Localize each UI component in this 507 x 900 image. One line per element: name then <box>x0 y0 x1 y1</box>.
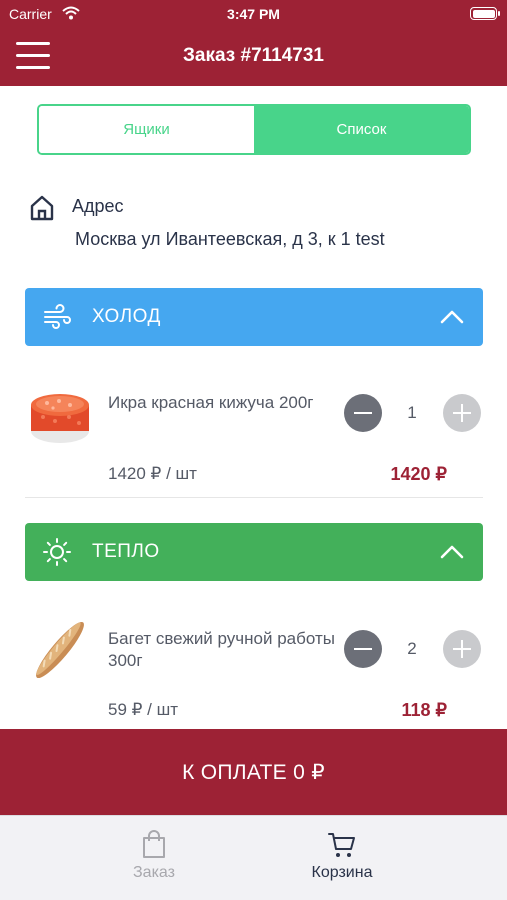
checkout-button[interactable]: К ОПЛАТЕ 0 ₽ <box>0 729 507 815</box>
address-label: Адрес <box>72 196 124 216</box>
product-name: Багет свежий ручной работы 300г <box>108 629 335 670</box>
section-title: ТЕПЛО <box>92 541 160 562</box>
increase-quantity-button[interactable] <box>443 630 481 668</box>
product-image <box>31 394 89 443</box>
product-name: Икра красная кижуча 200г <box>108 393 314 412</box>
bag-icon <box>143 830 165 858</box>
decrease-quantity-button[interactable] <box>344 630 382 668</box>
section-header-warm[interactable]: ТЕПЛО <box>25 523 483 581</box>
segment-boxes[interactable]: Ящики <box>39 106 254 153</box>
tab-cart[interactable]: Корзина <box>267 830 417 882</box>
section-title: ХОЛОД <box>92 306 161 327</box>
tab-order[interactable]: Заказ <box>79 830 229 882</box>
section-header-cold[interactable]: ХОЛОД <box>25 288 483 346</box>
status-time: 3:47 PM <box>227 6 280 22</box>
quantity-value: 2 <box>407 639 417 658</box>
home-icon <box>30 195 54 221</box>
tab-label: Заказ <box>133 864 175 881</box>
chevron-up-icon <box>440 310 464 324</box>
item-total: 118 ₽ <box>401 700 448 720</box>
decrease-quantity-button[interactable] <box>344 394 382 432</box>
quantity-value: 1 <box>407 403 417 422</box>
status-bar: Carrier 3:47 PM <box>0 0 507 28</box>
view-segmented-control: Ящики Список <box>37 104 471 155</box>
product-image <box>36 621 84 679</box>
tab-label: Корзина <box>311 864 373 881</box>
item-total: 1420 ₽ <box>390 464 448 484</box>
unit-price: 59 ₽ / шт <box>108 700 179 719</box>
segment-list[interactable]: Список <box>254 106 469 153</box>
unit-price: 1420 ₽ / шт <box>108 464 197 483</box>
wind-icon <box>44 304 71 329</box>
cart-icon <box>328 833 355 857</box>
sun-icon <box>43 538 71 566</box>
battery-icon <box>470 7 500 20</box>
divider <box>25 497 483 498</box>
chevron-up-icon <box>440 545 464 559</box>
address-value: Москва ул Ивантеевская, д 3, к 1 test <box>75 229 385 249</box>
tab-bar: Заказ Корзина <box>0 815 507 900</box>
page-title: Заказ #7114731 <box>183 45 324 66</box>
nav-bar: Заказ #7114731 <box>0 28 507 86</box>
increase-quantity-button[interactable] <box>443 394 481 432</box>
